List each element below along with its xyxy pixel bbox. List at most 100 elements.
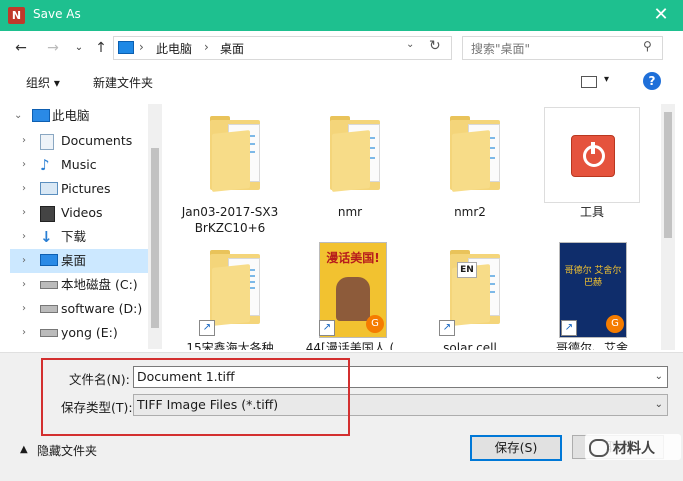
en-badge-icon: EN bbox=[457, 262, 477, 278]
computer-icon bbox=[32, 109, 50, 122]
sidebar-item-label: Pictures bbox=[61, 181, 111, 196]
highlight-box bbox=[41, 358, 350, 436]
search-input-placeholder[interactable]: 搜索"桌面" bbox=[471, 40, 530, 57]
sidebar-item-label: 下载 bbox=[61, 229, 87, 244]
computer-icon bbox=[118, 41, 134, 54]
file-name: 哥德尔、艾舍 bbox=[555, 341, 628, 350]
folder-icon bbox=[330, 116, 382, 192]
wechat-icon bbox=[589, 439, 609, 457]
chevron-right-icon[interactable]: › bbox=[22, 297, 26, 321]
file-item[interactable]: 漫话美国! G ↗ 44[漫话美国人 ( bbox=[295, 238, 405, 350]
new-folder-button[interactable]: 新建文件夹 bbox=[93, 74, 153, 91]
address-bar[interactable]: › 此电脑 › 桌面 ⌄ ↻ bbox=[113, 36, 452, 60]
up-arrow-icon[interactable]: ↑ bbox=[90, 37, 112, 59]
chevron-right-icon[interactable]: › bbox=[22, 129, 26, 153]
shortcut-arrow-icon: ↗ bbox=[561, 320, 577, 336]
chevron-down-icon[interactable]: ⌄ bbox=[655, 395, 663, 415]
search-icon[interactable]: ⚲ bbox=[643, 39, 652, 53]
scrollbar-thumb[interactable] bbox=[664, 112, 672, 238]
app-icon: N bbox=[8, 7, 25, 24]
organize-button[interactable]: 组织 ▾ bbox=[26, 74, 60, 91]
chevron-right-icon[interactable]: › bbox=[22, 273, 26, 297]
sidebar-item-desktop[interactable]: › 桌面 bbox=[10, 249, 148, 273]
file-list-scrollbar[interactable] bbox=[661, 104, 675, 350]
folder-icon bbox=[450, 116, 502, 192]
file-item[interactable]: EN ↗ solar cell bbox=[415, 238, 525, 350]
back-arrow-icon[interactable]: ← bbox=[10, 37, 32, 59]
file-item[interactable]: ↗ 15宋鑫海大各种 bbox=[175, 238, 285, 350]
address-dropdown-icon[interactable]: ⌄ bbox=[406, 39, 414, 50]
drive-icon bbox=[40, 329, 58, 337]
file-item[interactable]: Jan03-2017-SX3 BrKZC10+6 bbox=[175, 104, 285, 235]
sidebar-scrollbar[interactable] bbox=[148, 104, 162, 349]
view-dropdown-icon[interactable]: ▾ bbox=[604, 74, 609, 85]
save-button[interactable]: 保存(S) bbox=[470, 435, 562, 461]
recent-locations-chevron-icon[interactable]: ⌄ bbox=[68, 37, 90, 59]
chevron-down-icon[interactable]: ⌄ bbox=[655, 367, 663, 387]
breadcrumb-separator-icon: › bbox=[204, 40, 209, 54]
file-name: nmr2 bbox=[454, 205, 486, 219]
foxit-badge-icon: G bbox=[366, 315, 384, 333]
sidebar-item-label: software (D:) bbox=[61, 301, 143, 316]
thumbnail-frame bbox=[544, 107, 640, 203]
foxit-badge-icon: G bbox=[606, 315, 624, 333]
title-bar bbox=[0, 0, 683, 31]
chevron-down-icon[interactable]: ⌄ bbox=[14, 104, 22, 128]
folder-icon bbox=[210, 250, 262, 326]
sidebar-item-drive-e[interactable]: › yong (E:) bbox=[10, 321, 148, 345]
book-cover-title: 漫话美国! bbox=[326, 251, 380, 265]
navigation-pane: ⌄ 此电脑 › Documents › ♪ Music › Pictures ›… bbox=[10, 104, 148, 348]
sidebar-item-label: Documents bbox=[61, 133, 133, 148]
close-button[interactable]: ✕ bbox=[646, 1, 676, 29]
chevron-right-icon[interactable]: › bbox=[22, 225, 26, 249]
breadcrumb-this-pc[interactable]: 此电脑 bbox=[156, 40, 192, 57]
chevron-right-icon[interactable]: › bbox=[22, 321, 26, 345]
file-name: 工具 bbox=[579, 205, 604, 219]
breadcrumb-desktop[interactable]: 桌面 bbox=[220, 40, 244, 57]
chevron-up-icon[interactable]: ▲ bbox=[20, 444, 28, 455]
sidebar-item-label: yong (E:) bbox=[61, 325, 118, 340]
window-title: Save As bbox=[33, 7, 81, 21]
file-item[interactable]: nmr bbox=[295, 104, 405, 234]
help-icon[interactable]: ? bbox=[643, 72, 661, 90]
sidebar-item-label: 桌面 bbox=[61, 253, 87, 268]
drive-icon bbox=[40, 281, 58, 289]
sidebar-item-music[interactable]: › ♪ Music bbox=[10, 153, 148, 177]
watermark: 材料人 bbox=[585, 434, 681, 460]
shortcut-arrow-icon: ↗ bbox=[439, 320, 455, 336]
forward-arrow-icon[interactable]: → bbox=[42, 37, 64, 59]
sidebar-item-label: 本地磁盘 (C:) bbox=[61, 277, 138, 292]
power-icon bbox=[571, 135, 615, 177]
file-name: Jan03-2017-SX3 BrKZC10+6 bbox=[181, 205, 279, 235]
file-name: 15宋鑫海大各种 bbox=[186, 341, 274, 350]
search-box[interactable]: 搜索"桌面" ⚲ bbox=[462, 36, 663, 60]
sidebar-item-this-pc[interactable]: ⌄ 此电脑 bbox=[10, 104, 148, 128]
sidebar-item-videos[interactable]: › Videos bbox=[10, 201, 148, 225]
chevron-right-icon[interactable]: › bbox=[22, 177, 26, 201]
shortcut-arrow-icon: ↗ bbox=[319, 320, 335, 336]
chevron-right-icon[interactable]: › bbox=[22, 201, 26, 225]
hide-folders-button[interactable]: 隐藏文件夹 bbox=[37, 442, 97, 459]
file-name: 44[漫话美国人 ( bbox=[305, 341, 395, 350]
sidebar-item-documents[interactable]: › Documents bbox=[10, 129, 148, 153]
desktop-icon bbox=[40, 254, 58, 266]
chevron-right-icon[interactable]: › bbox=[22, 153, 26, 177]
sidebar-item-drive-d[interactable]: › software (D:) bbox=[10, 297, 148, 321]
sidebar-item-pictures[interactable]: › Pictures bbox=[10, 177, 148, 201]
book-cover-title: 哥德尔 艾舍尔 巴赫 bbox=[564, 266, 622, 288]
breadcrumb-separator-icon: › bbox=[139, 40, 144, 54]
watermark-text: 材料人 bbox=[613, 441, 655, 457]
sidebar-item-drive-c[interactable]: › 本地磁盘 (C:) bbox=[10, 273, 148, 297]
sidebar-item-label: Videos bbox=[61, 205, 103, 220]
refresh-icon[interactable]: ↻ bbox=[429, 38, 441, 54]
videos-icon bbox=[40, 206, 55, 222]
scrollbar-thumb[interactable] bbox=[151, 148, 159, 328]
view-options-icon[interactable] bbox=[581, 76, 597, 88]
download-icon: ↓ bbox=[40, 228, 53, 246]
chevron-right-icon[interactable]: › bbox=[22, 249, 26, 273]
file-item[interactable]: 工具 bbox=[537, 104, 647, 234]
sidebar-item-downloads[interactable]: › ↓ 下载 bbox=[10, 225, 148, 249]
file-item[interactable]: 哥德尔 艾舍尔 巴赫 G ↗ 哥德尔、艾舍 bbox=[537, 238, 647, 350]
file-list: Jan03-2017-SX3 BrKZC10+6 nmr nmr2 工具 ↗ 1… bbox=[165, 104, 660, 350]
file-item[interactable]: nmr2 bbox=[415, 104, 525, 234]
